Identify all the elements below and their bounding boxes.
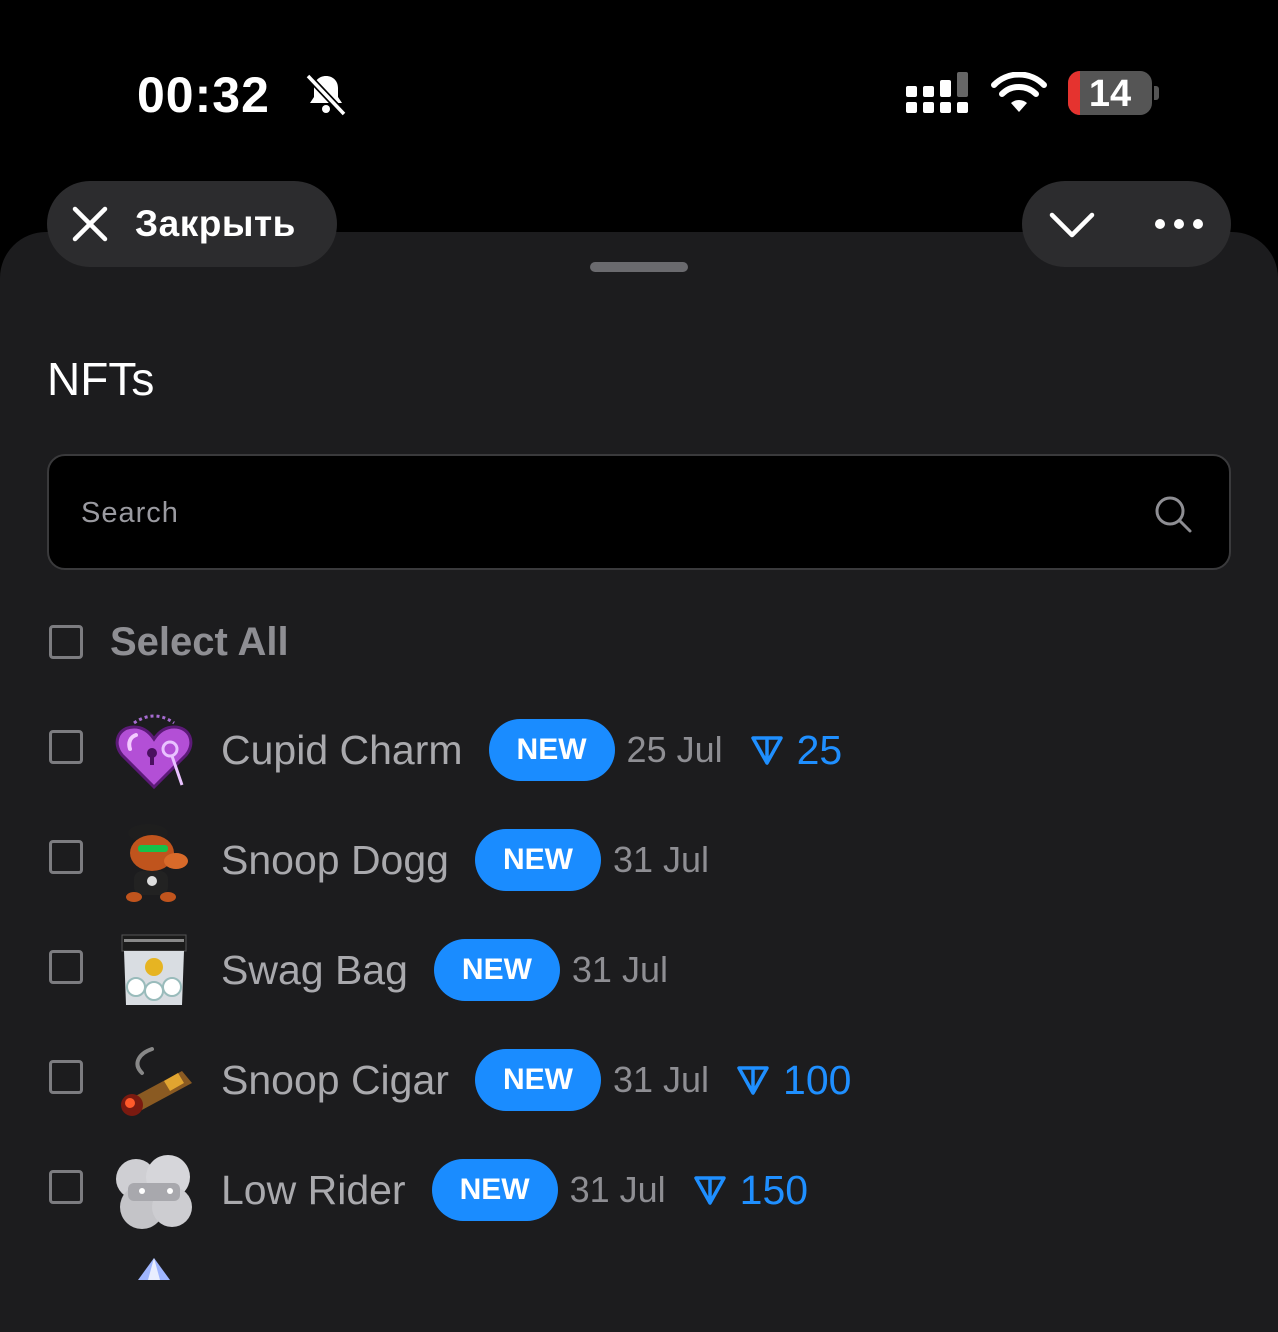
battery-icon: 14 bbox=[1068, 71, 1152, 115]
chevron-down-icon[interactable] bbox=[1048, 203, 1096, 245]
wifi-icon bbox=[991, 72, 1047, 112]
swag-bag-thumbnail bbox=[121, 934, 187, 1005]
search-field bbox=[47, 454, 1231, 570]
more-icon[interactable] bbox=[1152, 209, 1206, 239]
nft-row[interactable]: Swag Bag NEW 31 Jul bbox=[0, 915, 1278, 1025]
snoop-cigar-thumbnail bbox=[121, 1047, 192, 1116]
nft-price: 25 bbox=[750, 726, 843, 774]
nft-price: 150 bbox=[693, 1166, 809, 1214]
ton-icon bbox=[693, 1176, 726, 1205]
new-badge: NEW bbox=[433, 939, 560, 1001]
status-time: 00:32 bbox=[137, 67, 270, 123]
nft-name: Swag Bag bbox=[221, 946, 408, 993]
new-badge: NEW bbox=[474, 829, 601, 891]
nft-name: Low Rider bbox=[221, 1166, 406, 1213]
new-badge: NEW bbox=[431, 1159, 558, 1221]
close-label: Закрыть bbox=[135, 203, 296, 244]
ton-icon bbox=[750, 736, 783, 765]
nft-checkbox[interactable] bbox=[49, 1170, 83, 1204]
nft-date: 31 Jul bbox=[571, 949, 668, 990]
nft-price-value: 150 bbox=[739, 1166, 809, 1213]
nft-thumbnail-partial bbox=[138, 1258, 170, 1280]
page-title: NFTs bbox=[47, 353, 155, 405]
sheet-grabber[interactable] bbox=[590, 262, 688, 272]
new-badge: NEW bbox=[488, 719, 615, 781]
nft-checkbox[interactable] bbox=[49, 730, 83, 764]
cupid-charm-thumbnail bbox=[115, 714, 193, 790]
nft-name: Cupid Charm bbox=[221, 726, 463, 773]
nft-price-value: 100 bbox=[783, 1056, 852, 1103]
nft-price-value: 25 bbox=[796, 726, 843, 773]
nft-row[interactable]: Cupid Charm NEW 25 Jul 25 bbox=[0, 695, 1278, 805]
nft-price: 100 bbox=[737, 1057, 851, 1104]
nft-row[interactable]: Low Rider NEW 31 Jul 150 bbox=[0, 1135, 1278, 1245]
nft-date: 25 Jul bbox=[626, 729, 723, 770]
low-rider-thumbnail bbox=[116, 1155, 192, 1229]
select-all-label[interactable]: Select All bbox=[110, 620, 289, 665]
nft-checkbox[interactable] bbox=[49, 950, 83, 984]
battery-tip bbox=[1154, 86, 1159, 100]
select-all-checkbox[interactable] bbox=[49, 625, 83, 659]
nft-name: Snoop Dogg bbox=[221, 836, 449, 883]
nft-name: Snoop Cigar bbox=[221, 1056, 449, 1103]
ton-icon bbox=[737, 1066, 769, 1095]
nft-row[interactable]: Snoop Cigar NEW 31 Jul 100 bbox=[0, 1025, 1278, 1135]
nft-row[interactable]: Snoop Dogg NEW 31 Jul bbox=[0, 805, 1278, 915]
close-button[interactable]: Закрыть bbox=[47, 181, 337, 267]
nft-date: 31 Jul bbox=[612, 839, 710, 880]
bell-slash-icon bbox=[305, 73, 347, 117]
snoop-dogg-thumbnail bbox=[126, 824, 188, 902]
new-badge: NEW bbox=[474, 1049, 601, 1111]
cellular-signal-icon bbox=[906, 72, 968, 113]
nft-date: 31 Jul bbox=[612, 1059, 710, 1100]
nft-checkbox[interactable] bbox=[49, 840, 83, 874]
search-icon[interactable] bbox=[1153, 494, 1193, 534]
close-icon bbox=[72, 206, 108, 242]
battery-level: 14 bbox=[1088, 73, 1132, 115]
nft-date: 31 Jul bbox=[569, 1169, 666, 1210]
header-actions bbox=[1022, 181, 1231, 267]
search-input[interactable] bbox=[79, 456, 1123, 570]
nft-checkbox[interactable] bbox=[49, 1060, 83, 1094]
